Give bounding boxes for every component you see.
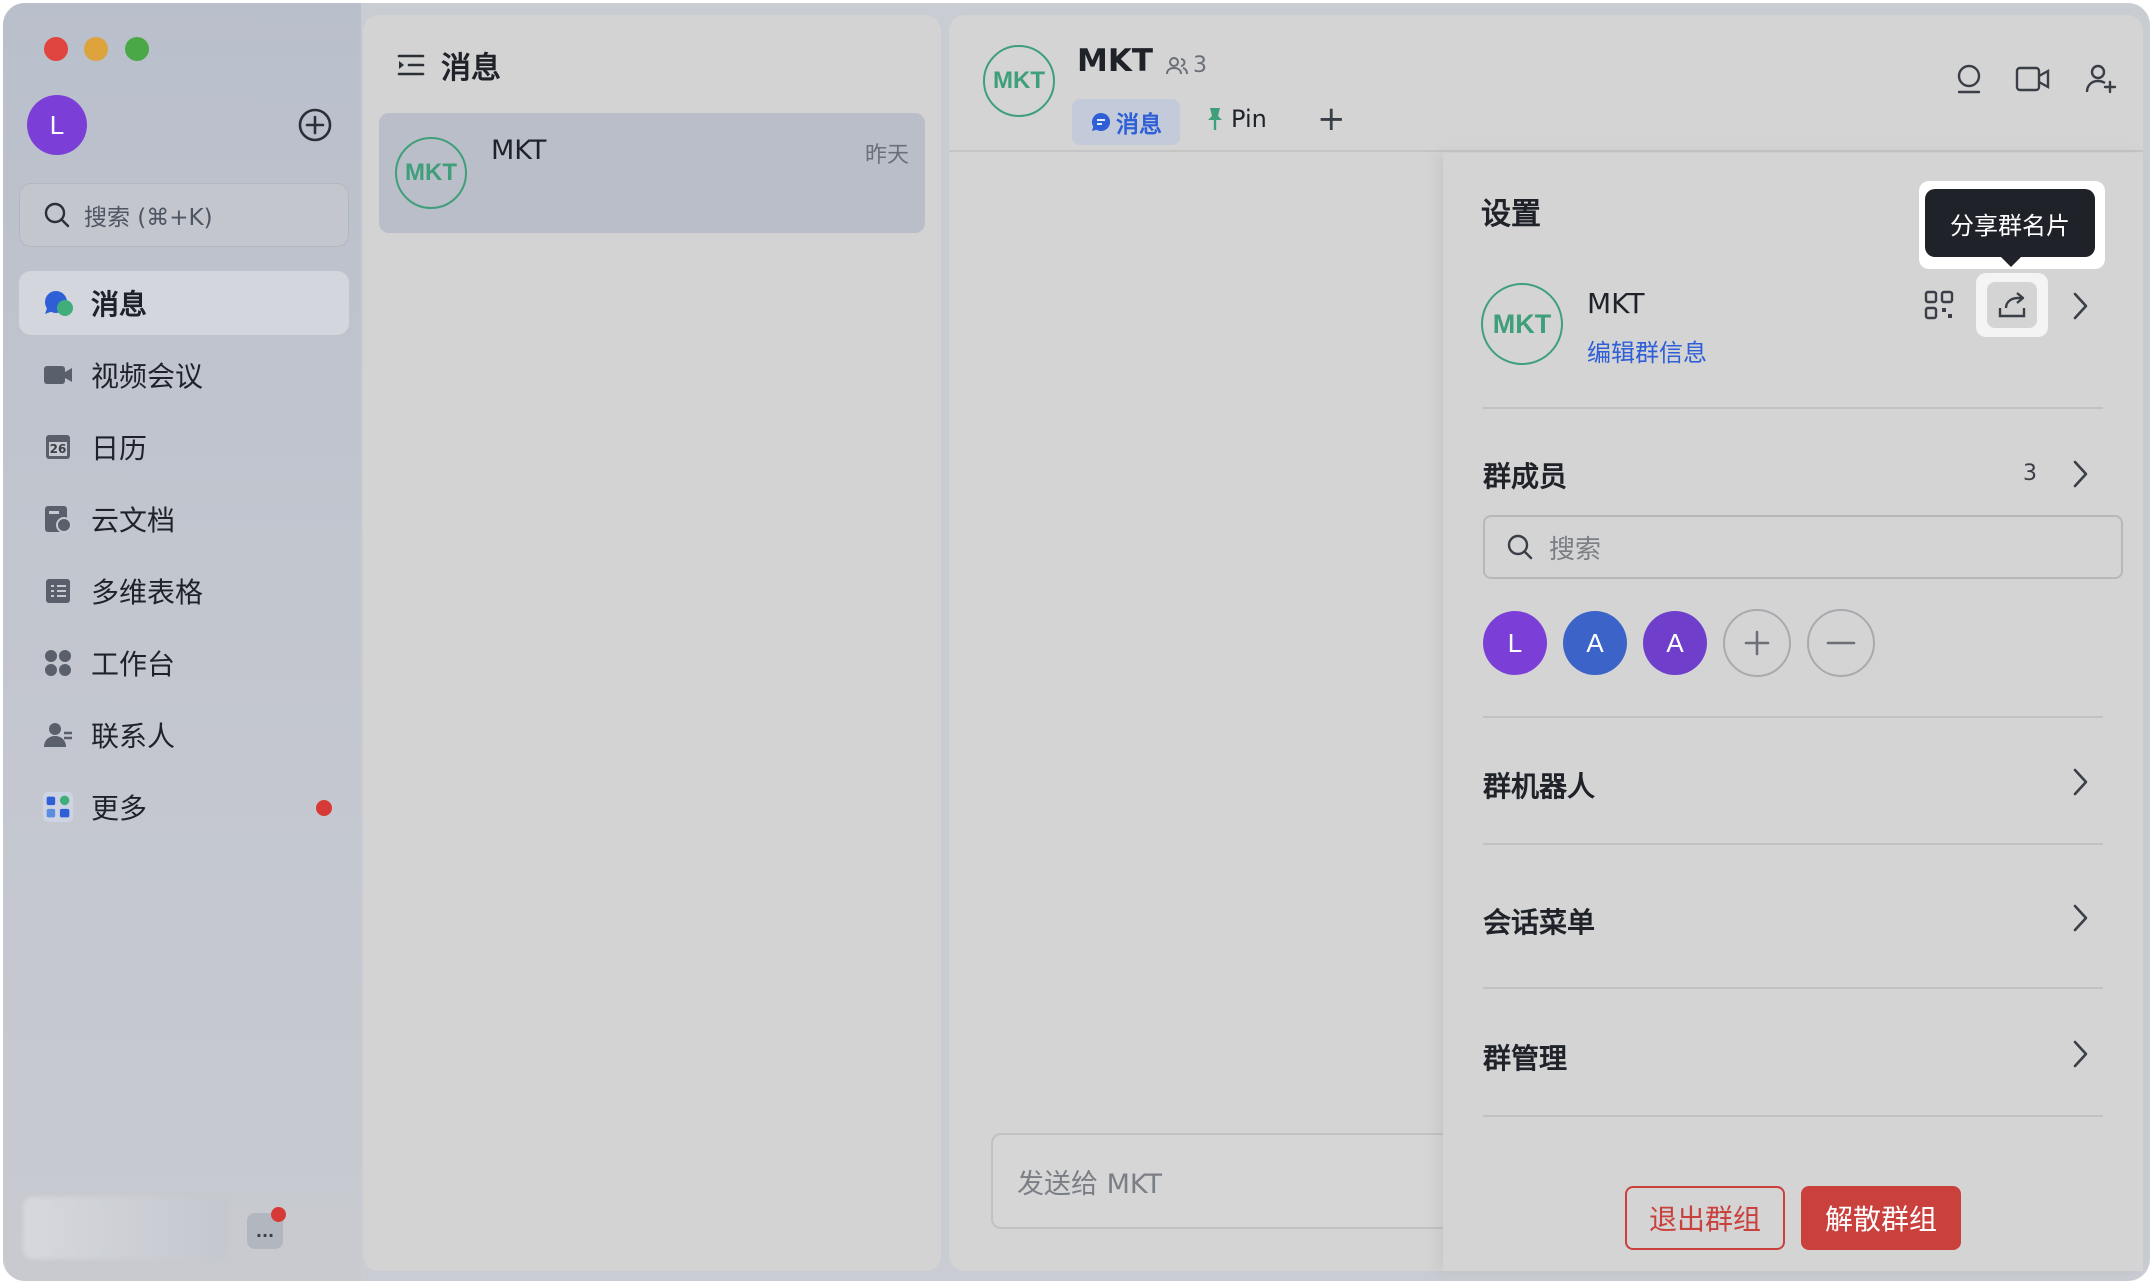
search-chat-icon[interactable] [1949, 59, 1989, 99]
chevron-right-icon[interactable] [2068, 289, 2092, 323]
member-avatar[interactable]: A [1643, 611, 1707, 675]
divider [1483, 716, 2103, 718]
share-icon [1987, 282, 2037, 328]
members-count: 3 [2023, 461, 2037, 486]
video-icon [41, 358, 75, 392]
apps-grid-icon [41, 646, 75, 680]
calendar-icon: 26 [41, 430, 75, 464]
sidebar-item-label: 多维表格 [91, 576, 204, 609]
sidebar-item-label: 更多 [91, 792, 148, 825]
sidebar-item-label: 消息 [91, 288, 148, 321]
minimize-window-button[interactable] [84, 37, 108, 61]
member-avatar[interactable]: L [1483, 611, 1547, 675]
members-chevron-right-icon[interactable] [2068, 457, 2092, 491]
add-circle-icon[interactable] [297, 107, 333, 143]
notification-badge [316, 800, 332, 816]
maximize-window-button[interactable] [125, 37, 149, 61]
sidebar-item-contacts[interactable]: 联系人 [19, 703, 349, 767]
user-avatar[interactable]: L [27, 95, 87, 155]
members-section-title: 群成员 [1483, 460, 1568, 493]
share-card-tooltip: 分享群名片 [1925, 189, 2095, 257]
global-search-input[interactable]: 搜索 (⌘+K) [19, 183, 349, 247]
sidebar-item-label: 视频会议 [91, 360, 204, 393]
chat-title[interactable]: MKT [1077, 43, 1153, 79]
divider [1483, 1115, 2103, 1117]
collapse-menu-icon[interactable] [395, 49, 427, 81]
conversation-name: MKT [491, 135, 547, 166]
contacts-icon [41, 718, 75, 752]
tab-pin[interactable]: Pin [1205, 105, 1267, 133]
tab-label: 消息 [1116, 112, 1162, 138]
share-group-card-button[interactable] [1976, 273, 2048, 337]
group-management-row[interactable]: 群管理 [1483, 1037, 1567, 1077]
footer-badge [271, 1207, 286, 1222]
plus-icon [1744, 630, 1770, 656]
add-member-button[interactable] [1723, 609, 1791, 677]
leave-group-button[interactable]: 退出群组 [1625, 1186, 1785, 1250]
more-apps-icon [41, 790, 75, 824]
minus-icon [1826, 641, 1856, 645]
sidebar-item-calendar[interactable]: 26 日历 [19, 415, 349, 479]
chevron-right-icon[interactable] [2068, 901, 2092, 935]
tooltip-arrow [1999, 255, 2023, 267]
search-icon [1505, 532, 1535, 562]
member-search-input[interactable]: 搜索 [1483, 515, 2123, 579]
member-count[interactable]: 3 [1165, 53, 1207, 78]
add-tab-button[interactable]: + [1317, 99, 1346, 139]
settings-title: 设置 [1481, 197, 1541, 232]
sidebar-item-video-meeting[interactable]: 视频会议 [19, 343, 349, 407]
video-call-icon[interactable] [2013, 59, 2053, 99]
sidebar-item-label: 日历 [91, 432, 148, 465]
chevron-right-icon[interactable] [2068, 1037, 2092, 1071]
disband-group-button[interactable]: 解散群组 [1801, 1186, 1961, 1250]
chevron-right-icon[interactable] [2068, 765, 2092, 799]
sidebar-item-more[interactable]: 更多 [19, 775, 349, 839]
tab-label: Pin [1231, 105, 1267, 133]
edit-group-info-link[interactable]: 编辑群信息 [1587, 333, 1707, 368]
blurred-profile-area [23, 1197, 228, 1259]
group-avatar[interactable]: MKT [1481, 283, 1563, 365]
conversation-avatar: MKT [395, 137, 467, 209]
remove-member-button[interactable] [1807, 609, 1875, 677]
divider [1483, 843, 2103, 845]
members-icon [1165, 54, 1189, 78]
message-list-title: 消息 [441, 51, 501, 86]
chat-menu-row[interactable]: 会话菜单 [1483, 901, 1595, 941]
member-search-placeholder: 搜索 [1549, 534, 1602, 565]
sidebar-item-workplace[interactable]: 工作台 [19, 631, 349, 695]
app-window: L 搜索 (⌘+K) 消息 视频会议 26 日历 云文档 多维表格 工作台 联系… [3, 3, 2150, 1281]
docs-icon [41, 502, 75, 536]
table-icon [41, 574, 75, 608]
qr-code-icon[interactable] [1923, 289, 1955, 321]
tab-messages[interactable]: 消息 [1072, 99, 1180, 145]
sidebar-item-label: 联系人 [91, 720, 176, 753]
header-divider [949, 150, 2143, 152]
chat-bubble-icon [1090, 111, 1112, 133]
conversation-item[interactable]: MKT MKT 昨天 [379, 113, 925, 233]
chat-bubble-icon [41, 286, 75, 320]
search-placeholder: 搜索 (⌘+K) [84, 205, 213, 231]
message-input-placeholder: 发送给 MKT [1017, 1168, 1162, 1200]
member-avatar[interactable]: A [1563, 611, 1627, 675]
pin-icon [1205, 106, 1225, 132]
sidebar-item-bitable[interactable]: 多维表格 [19, 559, 349, 623]
divider [1483, 987, 2103, 989]
conversation-time: 昨天 [864, 143, 909, 168]
group-bots-row[interactable]: 群机器人 [1483, 765, 1595, 805]
close-window-button[interactable] [44, 37, 68, 61]
member-count-number: 3 [1193, 53, 1207, 78]
divider [1483, 407, 2103, 409]
sidebar-item-docs[interactable]: 云文档 [19, 487, 349, 551]
search-icon [42, 200, 72, 230]
add-member-icon[interactable] [2081, 59, 2121, 99]
group-name: MKT [1587, 287, 1645, 320]
sidebar: L 搜索 (⌘+K) 消息 视频会议 26 日历 云文档 多维表格 工作台 联系… [3, 3, 361, 1281]
calendar-day-number: 26 [49, 442, 67, 456]
sidebar-item-label: 云文档 [91, 504, 176, 537]
sidebar-item-messages[interactable]: 消息 [19, 271, 349, 335]
chat-avatar[interactable]: MKT [983, 45, 1055, 117]
sidebar-item-label: 工作台 [91, 648, 176, 681]
message-list-panel: 消息 MKT MKT 昨天 [363, 15, 941, 1271]
